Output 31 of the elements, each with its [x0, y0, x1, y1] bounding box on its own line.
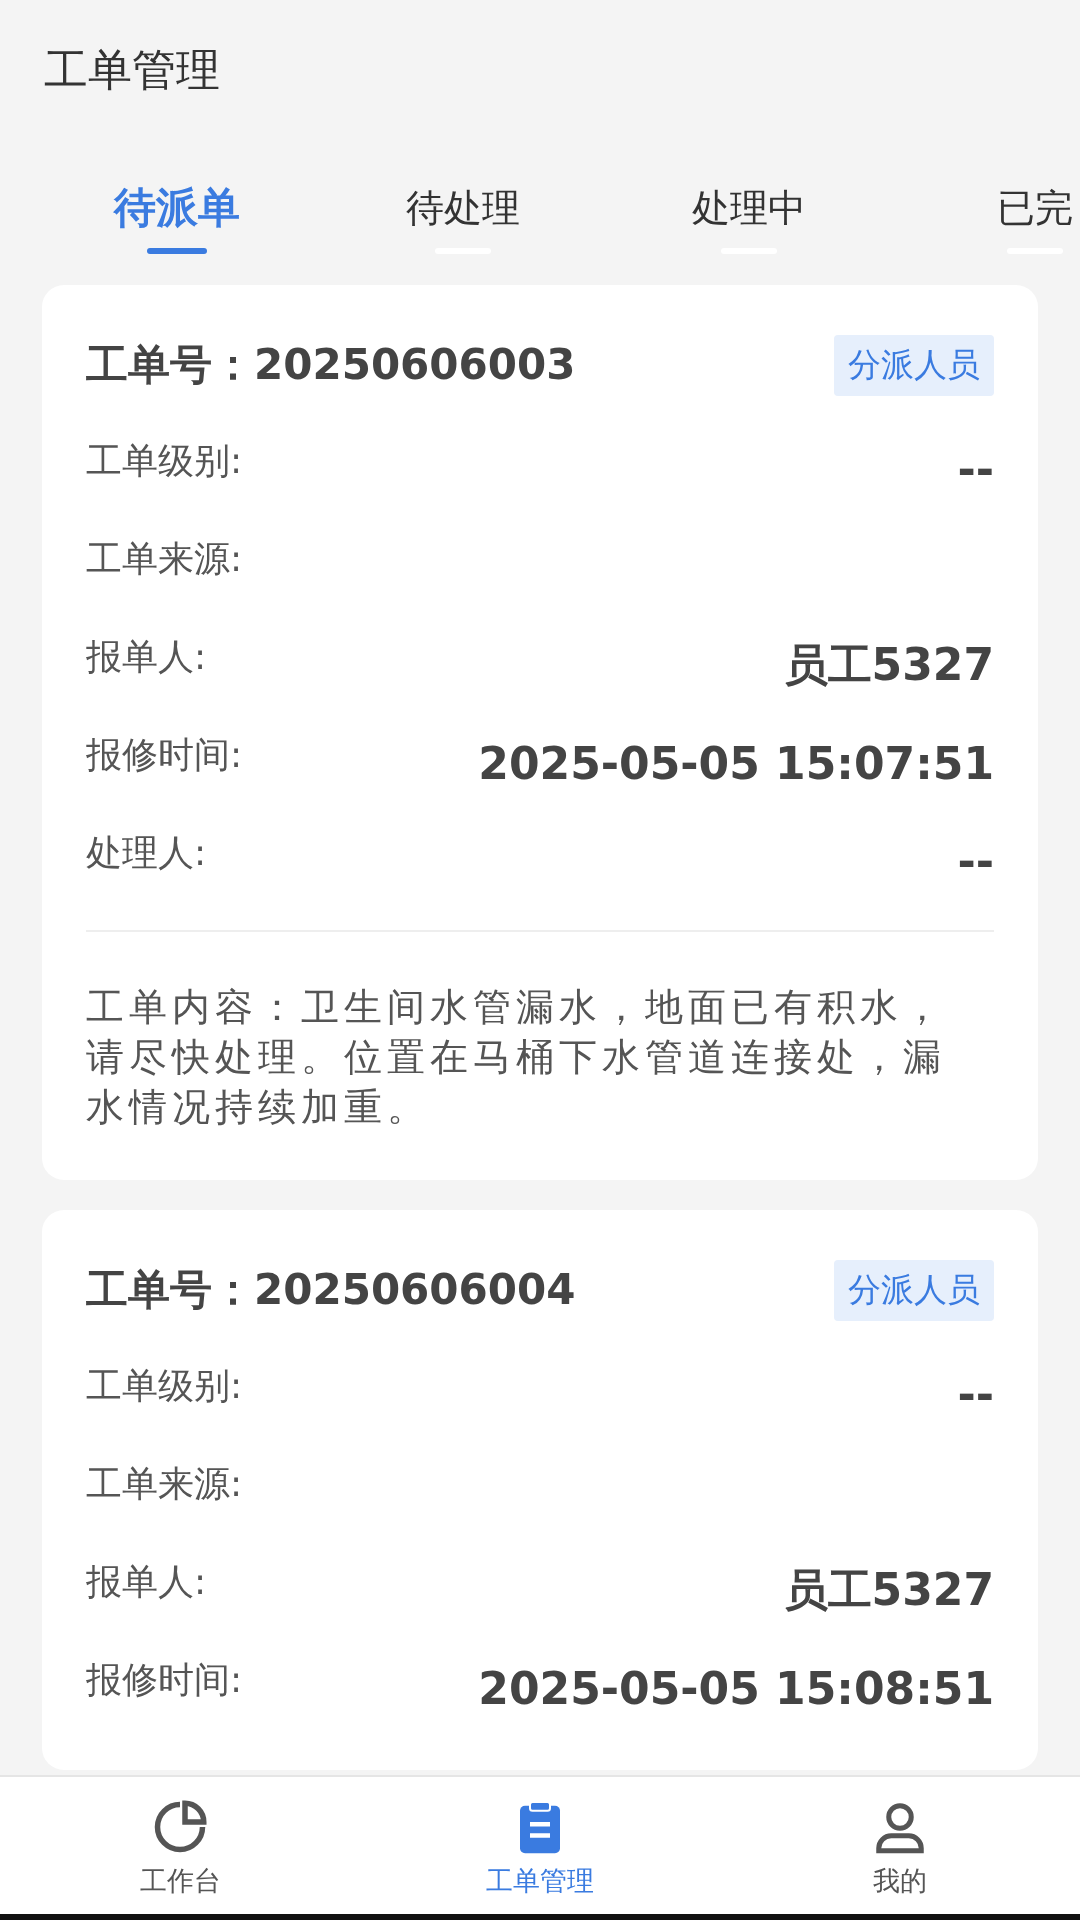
field-value: 员工5327 — [783, 637, 994, 692]
order-number: 工单号：20250606004 — [86, 1264, 576, 1316]
field-label: 处理人: — [86, 831, 207, 875]
field-value: 员工5327 — [783, 1562, 994, 1617]
field-label: 报单人: — [86, 1560, 207, 1604]
field-value: 2025-05-05 15:08:51 — [478, 1661, 994, 1714]
field-value: -- — [957, 1367, 994, 1420]
tab[interactable]: 待派单 — [114, 184, 240, 232]
assign-button[interactable]: 分派人员 — [834, 1259, 994, 1321]
field-label: 报单人: — [86, 635, 207, 679]
field-label: 报修时间: — [86, 1658, 243, 1702]
page-title: 工单管理 — [44, 42, 220, 97]
assign-button[interactable]: 分派人员 — [834, 334, 994, 396]
field-label: 报修时间: — [86, 733, 243, 777]
field-value: -- — [957, 442, 994, 495]
field-label: 工单来源: — [86, 1462, 243, 1506]
field-value: -- — [957, 834, 994, 887]
nav-tab[interactable]: 工单管理 — [360, 1777, 720, 1914]
order-description: 工单内容：卫生间水管漏水，地面已有积水，请尽快处理。位置在马桶下水管道连接处，漏水情况持续加重。 — [86, 984, 947, 1131]
tab[interactable]: 已完 — [997, 184, 1073, 232]
field-label: 工单级别: — [86, 1364, 243, 1408]
tab[interactable]: 待处理 — [406, 184, 520, 232]
tab[interactable]: 处理中 — [692, 184, 806, 232]
order-card[interactable]: 工单号：20250606004 分派人员 工单级别: -- 工单来源: 报单人: 员工5327 报修时间: 2025-05-05 15:08:51 — [42, 1210, 1038, 1770]
order-card[interactable]: 工单号：20250606003 分派人员 工单级别: -- 工单来源: 报单人: 员工5327 报修时间: 2025-05-05 15:07:51 处理人: -- 工单内容：卫生间水管漏水，地面已有积水，请尽快处理。位置在马桶下水管道连接处，漏水情况持续加重。 — [42, 285, 1038, 1180]
order-number: 工单号：20250606003 — [86, 339, 576, 391]
field-label: 工单级别: — [86, 439, 243, 483]
field-label: 工单来源: — [86, 537, 243, 581]
field-value: 2025-05-05 15:07:51 — [478, 736, 994, 789]
nav-tab[interactable]: 工作台 — [0, 1777, 360, 1914]
nav-tab[interactable]: 我的 — [720, 1777, 1080, 1914]
